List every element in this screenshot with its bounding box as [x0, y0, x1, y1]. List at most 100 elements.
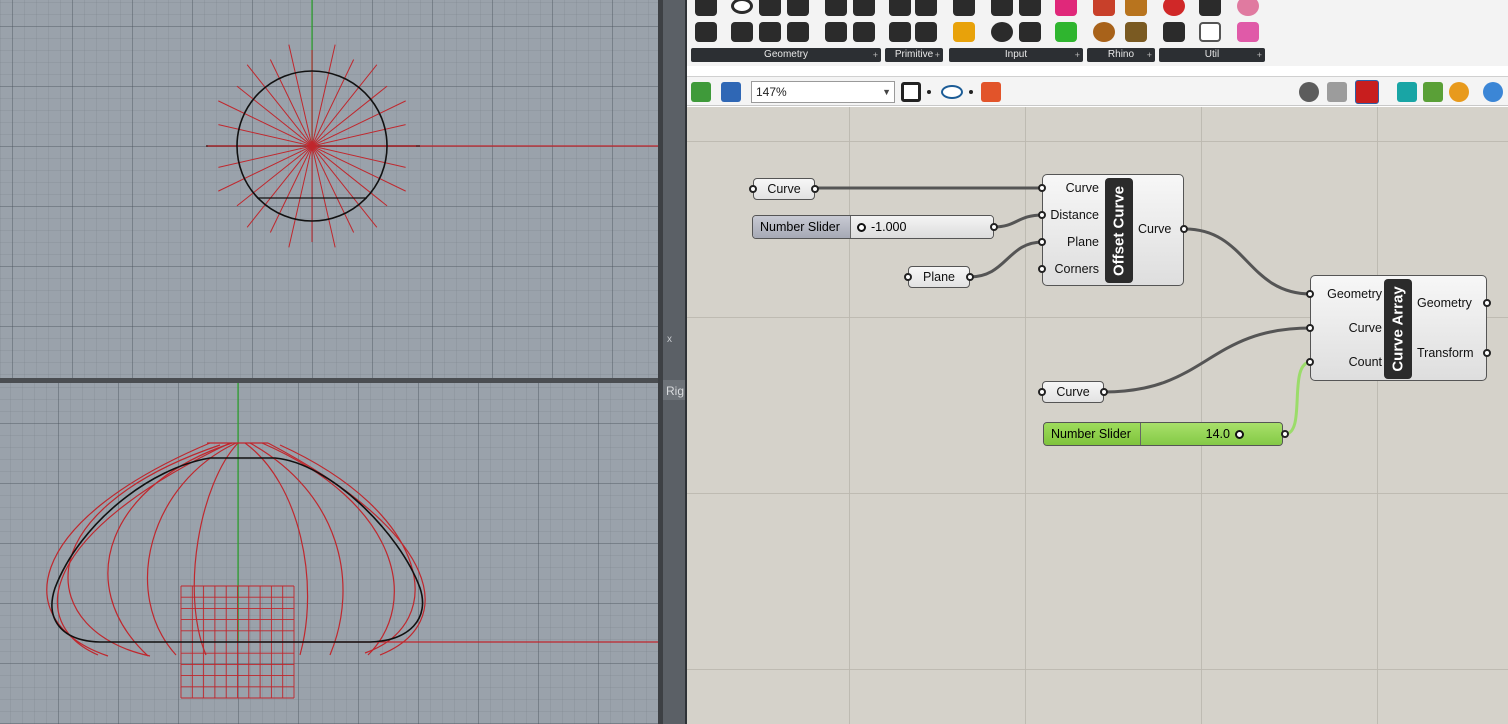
input-panel-icon[interactable] [1019, 0, 1041, 16]
rhino-spiral-icon[interactable] [1093, 22, 1115, 42]
zoom-extents-icon[interactable] [901, 82, 921, 102]
preview-wireframe-icon[interactable] [1299, 82, 1319, 102]
util-cherries-icon[interactable] [1163, 0, 1185, 16]
primitive-boolean-icon[interactable] [889, 0, 911, 16]
geometry-mesh-icon[interactable] [853, 0, 875, 16]
rhino-bake-icon[interactable] [1093, 0, 1115, 16]
rhino-top-viewport[interactable] [0, 0, 660, 378]
save-file-icon[interactable] [721, 82, 741, 102]
geometry-twisted-box-icon[interactable] [825, 22, 847, 42]
offset-grip-output[interactable] [1180, 225, 1188, 233]
array-grip-geometry[interactable] [1306, 290, 1314, 298]
offset-curve-component[interactable]: Curve Distance Plane Corners Offset Curv… [1038, 174, 1188, 286]
zoom-level-value: 147% [756, 85, 787, 99]
toolbar-caption-rhino: Rhino + [1087, 48, 1155, 62]
offset-output-curve: Curve [1138, 222, 1172, 236]
open-file-icon[interactable] [691, 82, 711, 102]
front-view-geometry [46, 383, 660, 699]
geometry-curve-icon[interactable] [759, 0, 781, 16]
preview-selected-icon[interactable] [1355, 80, 1379, 104]
array-output-transform: Transform [1417, 346, 1474, 360]
array-grip-count[interactable] [1306, 358, 1314, 366]
slider-output-grip[interactable] [990, 223, 998, 231]
input-toggle-icon[interactable] [991, 0, 1013, 16]
output-grip[interactable] [966, 273, 974, 281]
slider-output-grip-2[interactable] [1281, 430, 1289, 438]
slider-handle[interactable] [1235, 430, 1244, 439]
preview-shaded-icon[interactable] [1327, 82, 1347, 102]
offset-grip-plane[interactable] [1038, 238, 1046, 246]
input-grip[interactable] [1038, 388, 1046, 396]
geometry-surface-icon[interactable] [787, 0, 809, 16]
input-button-icon[interactable] [991, 22, 1013, 42]
preview-mesh-quality-icon[interactable] [1397, 82, 1417, 102]
right-viewport-label: Rig [666, 384, 685, 398]
preview-settings-icon[interactable] [1423, 82, 1443, 102]
preview-sphere-icon[interactable] [1483, 82, 1503, 102]
curve-array-component[interactable]: Geometry Curve Count Curve Array Geometr… [1306, 275, 1491, 381]
util-tree-icon[interactable] [1163, 22, 1185, 42]
zoom-extents-dropdown-icon[interactable] [927, 90, 931, 94]
array-grip-curve[interactable] [1306, 324, 1314, 332]
array-profile-curve [56, 442, 231, 656]
input-gradient-icon[interactable] [1055, 0, 1077, 16]
primitive-text-icon[interactable] [915, 0, 937, 16]
input-grip[interactable] [904, 273, 912, 281]
curve-param-input-2[interactable]: Curve [1038, 381, 1108, 403]
offset-grip-curve[interactable] [1038, 184, 1046, 192]
util-outline-arrow-icon[interactable] [1199, 22, 1221, 42]
array-input-curve: Curve [1348, 321, 1382, 335]
array-grip-out-transform[interactable] [1483, 349, 1491, 357]
offset-grip-corners[interactable] [1038, 265, 1046, 273]
array-profile-curve [279, 444, 416, 654]
sketch-pen-icon[interactable] [981, 82, 1001, 102]
curve-param-label: Curve [767, 182, 801, 196]
zoom-level-dropdown[interactable]: 147% ▼ [751, 81, 895, 103]
input-grip[interactable] [749, 185, 757, 193]
output-grip[interactable] [1100, 388, 1108, 396]
geometry-arc-icon[interactable] [759, 22, 781, 42]
geometry-brep-icon[interactable] [825, 0, 847, 16]
offset-curve-title[interactable]: Offset Curve [1105, 178, 1133, 283]
input-slider-icon[interactable] [953, 0, 975, 16]
rhino-pattern-icon[interactable] [1125, 0, 1147, 16]
offset-input-plane: Plane [1067, 235, 1099, 249]
util-molecule-icon[interactable] [1237, 0, 1259, 16]
preview-color-icon[interactable] [1449, 82, 1469, 102]
viewport-splitter-horizontal[interactable] [0, 378, 662, 383]
curve-param-input[interactable]: Curve [749, 178, 819, 200]
geometry-circle-icon[interactable] [731, 0, 753, 14]
geometry-point-icon[interactable] [695, 0, 717, 16]
geometry-line-icon[interactable] [731, 22, 753, 42]
rhino-front-viewport[interactable] [0, 383, 660, 724]
canvas-toolbar: 147% ▼ [687, 76, 1508, 106]
rhino-hex-pattern-icon[interactable] [1125, 22, 1147, 42]
plane-param-label: Plane [923, 270, 955, 284]
input-graph-mapper-icon[interactable] [953, 22, 975, 42]
primitive-integer-icon[interactable] [889, 22, 911, 42]
input-value-list-icon[interactable] [1019, 22, 1041, 42]
count-number-slider[interactable]: Number Slider 14.0 [1043, 422, 1283, 446]
plane-param-input[interactable]: Plane [904, 266, 974, 288]
preview-dropdown-icon[interactable] [969, 90, 973, 94]
preview-eye-icon[interactable] [941, 85, 963, 99]
output-grip[interactable] [811, 185, 819, 193]
slider-handle[interactable] [857, 223, 866, 232]
geometry-vector-icon[interactable] [695, 22, 717, 42]
input-color-swatch-icon[interactable] [1055, 22, 1077, 42]
geometry-field-icon[interactable] [853, 22, 875, 42]
slider-rail[interactable]: 14.0 [1141, 423, 1282, 445]
rhino-right-viewport-strip[interactable]: Rig x [663, 0, 685, 724]
primitive-string-icon[interactable] [915, 22, 937, 42]
util-flask-icon[interactable] [1237, 22, 1259, 42]
slider-rail[interactable]: -1.000 [851, 216, 993, 238]
offset-grip-distance[interactable] [1038, 211, 1046, 219]
offset-curve-title-text: Offset Curve [1110, 185, 1128, 276]
curve-array-title[interactable]: Curve Array [1384, 279, 1412, 379]
geometry-box-icon[interactable] [787, 22, 809, 42]
toolbar-caption-input: Input + [949, 48, 1083, 62]
distance-number-slider[interactable]: Number Slider -1.000 [752, 215, 994, 239]
array-grip-out-geometry[interactable] [1483, 299, 1491, 307]
grasshopper-canvas[interactable]: Curve Number Slider -1.000 Plane Curve D… [687, 107, 1508, 724]
util-arrow-icon[interactable] [1199, 0, 1221, 16]
